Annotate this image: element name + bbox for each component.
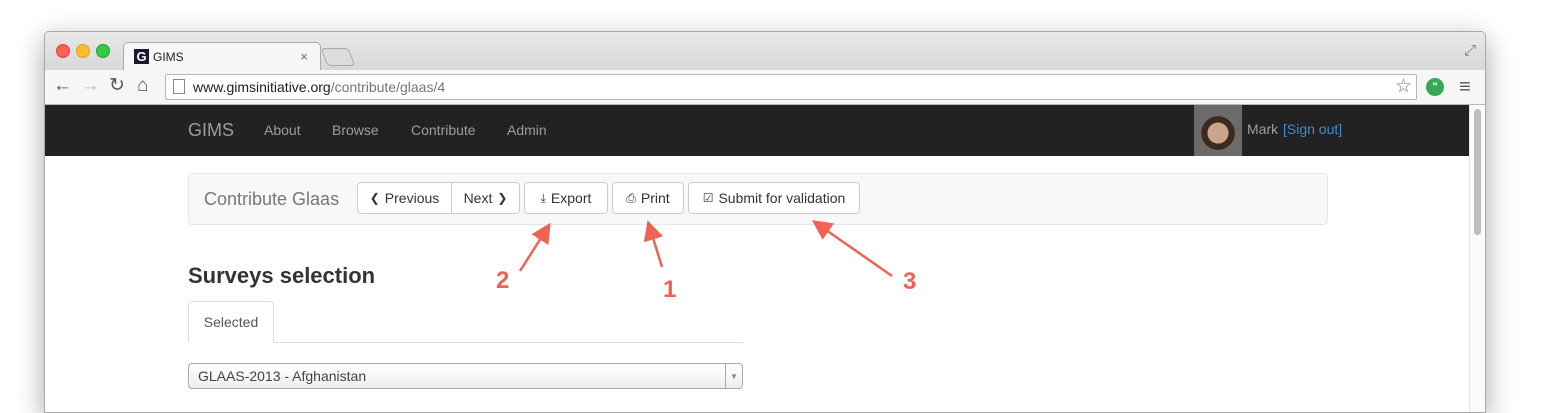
arrow-to-export [518, 222, 551, 272]
annotation-label-3: 3 [903, 268, 917, 295]
annotation-label-1: 1 [663, 276, 677, 303]
annotation-arrows [518, 220, 893, 278]
arrow-to-submit [811, 220, 893, 278]
arrow-to-print [643, 220, 664, 268]
annotation-label-2: 2 [496, 267, 510, 294]
